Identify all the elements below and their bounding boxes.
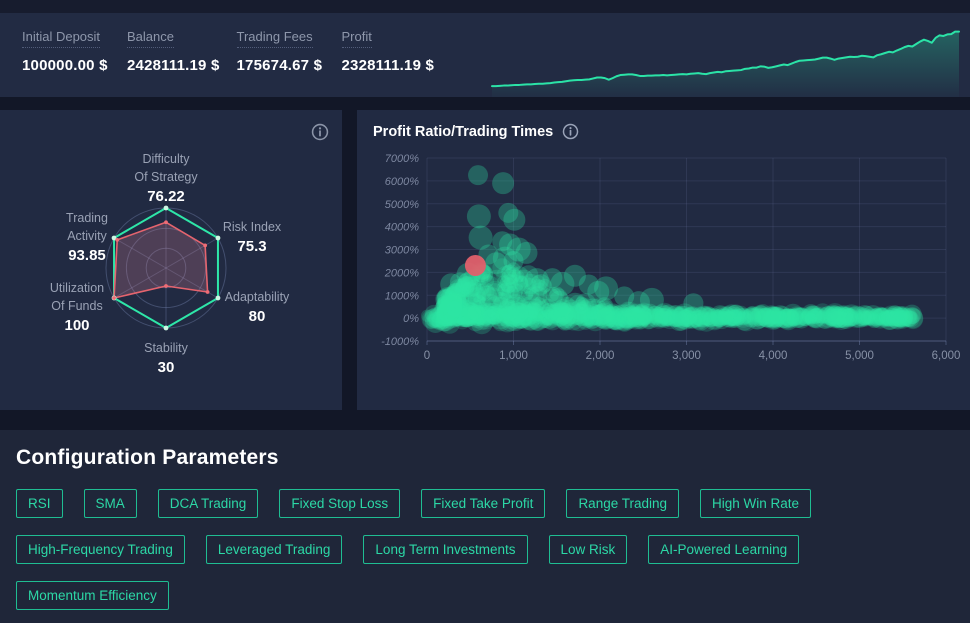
indicator-label-line: Utilization — [12, 279, 142, 297]
config-tag-range-trading[interactable]: Range Trading — [566, 489, 679, 518]
svg-text:5000%: 5000% — [385, 199, 419, 211]
svg-text:1,000: 1,000 — [499, 350, 528, 362]
stat-profit: Profit 2328111.19 $ — [342, 28, 435, 74]
indicator-value: 100 — [12, 317, 142, 335]
stat-label[interactable]: Balance — [127, 29, 174, 48]
profit-scatter-panel: Profit Ratio/Trading Times 7000% 6000% 500… — [357, 110, 970, 410]
config-tag-long-term-investments[interactable]: Long Term Investments — [363, 535, 527, 564]
svg-text:3000%: 3000% — [385, 245, 419, 257]
indicator-label-line: Adaptability — [192, 288, 322, 306]
config-parameters-section: Configuration Parameters RSI SMA DCA Tradi… — [0, 430, 970, 623]
radar-indicator-utilization-of-funds: Utilization Of Funds 100 — [12, 279, 142, 335]
config-tag-high-frequency-trading[interactable]: High-Frequency Trading — [16, 535, 185, 564]
indicator-label-line: Stability — [101, 339, 231, 357]
info-icon[interactable] — [561, 123, 579, 141]
svg-text:7000%: 7000% — [385, 153, 419, 165]
indicator-label-line: Difficulty — [101, 150, 231, 168]
config-tag-momentum-efficiency[interactable]: Momentum Efficiency — [16, 581, 169, 610]
config-tag-high-win-rate[interactable]: High Win Rate — [700, 489, 811, 518]
stat-value: 2328111.19 $ — [342, 57, 435, 74]
indicator-label-line: Trading — [22, 209, 152, 227]
radar-indicator-stability: Stability 30 — [101, 339, 231, 377]
svg-text:3,000: 3,000 — [672, 350, 701, 362]
svg-text:0%: 0% — [403, 313, 419, 325]
indicator-value: 76.22 — [101, 188, 231, 206]
info-circle-icon — [311, 123, 329, 141]
svg-text:2,000: 2,000 — [586, 350, 615, 362]
radar-indicator-difficulty-of-strategy: Difficulty Of Strategy 76.22 — [101, 150, 231, 206]
radar-indicator-risk-index: Risk Index 75.3 — [187, 218, 317, 256]
svg-text:1000%: 1000% — [385, 290, 419, 302]
stat-value: 100000.00 $ — [22, 57, 110, 74]
config-tag-leveraged-trading[interactable]: Leveraged Trading — [206, 535, 343, 564]
indicator-value: 75.3 — [187, 238, 317, 256]
indicator-value: 30 — [101, 359, 231, 377]
config-tag-fixed-stop-loss[interactable]: Fixed Stop Loss — [279, 489, 400, 518]
indicator-value: 93.85 — [22, 247, 152, 265]
config-section-title: Configuration Parameters — [16, 446, 970, 470]
info-icon[interactable] — [311, 123, 329, 141]
config-tag-sma[interactable]: SMA — [84, 489, 137, 518]
svg-text:0: 0 — [424, 350, 430, 362]
stat-value: 2428111.19 $ — [127, 57, 220, 74]
config-tag-low-risk[interactable]: Low Risk — [549, 535, 628, 564]
scatter-header: Profit Ratio/Trading Times — [373, 123, 579, 141]
scatter-title: Profit Ratio/Trading Times — [373, 124, 553, 140]
stat-value: 175674.67 $ — [237, 57, 325, 74]
stat-label[interactable]: Profit — [342, 29, 372, 48]
stats-list: Initial Deposit 100000.00 $ Balance 2428111… — [22, 28, 434, 74]
info-circle-icon — [562, 123, 579, 140]
indicator-value: 80 — [192, 308, 322, 326]
equity-sparkline-chart — [488, 17, 965, 97]
indicator-label-line: Of Strategy — [101, 168, 231, 186]
svg-text:4,000: 4,000 — [759, 350, 788, 362]
config-tag-rsi[interactable]: RSI — [16, 489, 63, 518]
indicator-label-line: Of Funds — [12, 297, 142, 315]
indicator-label-line: Activity — [22, 227, 152, 245]
radar-indicator-adaptability: Adaptability 80 — [192, 288, 322, 326]
stat-initial-deposit: Initial Deposit 100000.00 $ — [22, 28, 110, 74]
account-stats-bar: Initial Deposit 100000.00 $ Balance 2428111… — [0, 13, 970, 97]
stat-label[interactable]: Trading Fees — [237, 29, 313, 48]
config-tag-ai-powered-learning[interactable]: AI-Powered Learning — [648, 535, 799, 564]
config-tag-fixed-take-profit[interactable]: Fixed Take Profit — [421, 489, 545, 518]
svg-text:6000%: 6000% — [385, 176, 419, 188]
strategy-radar-panel: Difficulty Of Strategy 76.22 Risk Index … — [0, 110, 342, 410]
svg-text:-1000%: -1000% — [381, 336, 419, 348]
svg-text:6,000: 6,000 — [932, 350, 961, 362]
profit-ratio-scatter-chart: 7000% 6000% 5000% 4000% 3000% 2000% 1000% 0% -10… — [357, 110, 970, 410]
stat-trading-fees: Trading Fees 175674.67 $ — [237, 28, 325, 74]
indicator-label-line: Risk Index — [187, 218, 317, 236]
svg-text:2000%: 2000% — [384, 267, 419, 279]
config-tags-list: RSI SMA DCA Trading Fixed Stop Loss Fixed Ta… — [16, 489, 954, 610]
svg-text:4000%: 4000% — [385, 222, 419, 234]
config-tag-dca-trading[interactable]: DCA Trading — [158, 489, 259, 518]
stat-balance: Balance 2428111.19 $ — [127, 28, 220, 74]
svg-text:5,000: 5,000 — [845, 350, 874, 362]
stat-label[interactable]: Initial Deposit — [22, 29, 100, 48]
top-strip — [0, 0, 970, 13]
radar-indicator-trading-activity: Trading Activity 93.85 — [22, 209, 152, 265]
